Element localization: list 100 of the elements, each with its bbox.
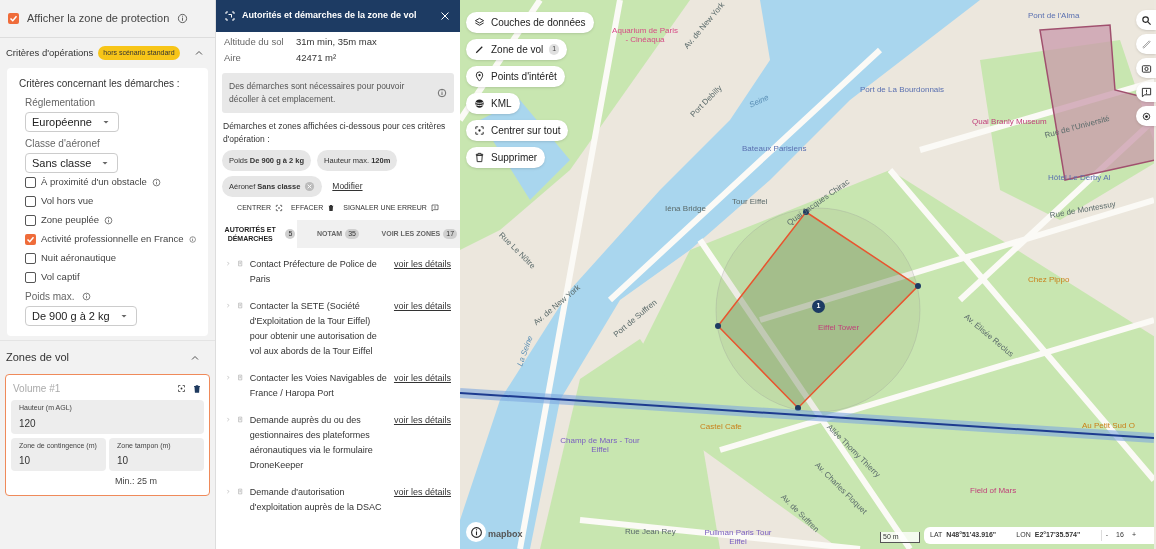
search-icon [1140,14,1152,26]
target-icon [1140,110,1152,122]
document-icon [237,415,244,423]
map-logo: mapbox [488,527,523,541]
chevron-icon [225,301,232,309]
checkbox-label: Vol captif [41,270,80,285]
checkbox[interactable] [25,253,36,264]
checkbox-label: À proximité d'un obstacle [41,175,147,190]
aircraft-class-select[interactable]: Sans classe [25,153,119,173]
camera-button[interactable] [1136,58,1156,78]
field-label: Classe d'aéronef [25,137,101,151]
info-icon [177,13,189,24]
field-label: Poids max. [25,290,75,304]
chevron-icon [225,415,232,423]
info-icon [82,292,92,301]
checkbox-label: Nuit aéronautique [41,251,116,266]
zone-icon [224,10,236,22]
checkbox[interactable] [25,272,36,283]
procedure-text: Contacter la SETE (Société d'Exploitation de la Tour Eiffel) pour obtenir une autorisation de vol aux abords de la Tour Eiffel [249,299,378,358]
map-tool-button[interactable]: Centrer sur tout [466,120,569,141]
search-button[interactable] [1136,10,1156,30]
layers-icon [474,17,485,28]
fact-label: Altitude du sol [224,35,285,50]
details-link[interactable]: voir les détails [393,370,451,386]
checkbox[interactable] [8,13,19,24]
document-icon [237,373,244,381]
document-icon [237,301,244,309]
map-label: Tour Eiffel [732,196,768,208]
details-link[interactable]: voir les détails [393,298,451,314]
checkbox-label: Zone peuplée [41,213,100,228]
map-label: Seine [747,91,772,112]
close-icon [439,10,451,22]
map-label: Castel Cafe [700,421,742,433]
focus-icon [177,384,186,393]
map-label: Field of Mars [970,485,1017,497]
details-link[interactable]: voir les détails [393,484,451,500]
section-heading: Critères concernant les démarches : [19,77,181,91]
trash-icon [192,383,202,394]
checkbox-label: Activité professionnelle en France [41,232,184,247]
pencil-icon [474,44,485,55]
map-label: Quai Branly Museum [972,116,1047,128]
map-tool-button[interactable]: KML [466,93,520,114]
map-tool-button[interactable]: Supprimer [466,147,546,168]
ruler-icon [1140,38,1152,50]
document-icon [237,487,244,495]
report-icon [430,204,439,213]
focus-icon [474,125,485,136]
map-label: Pullman Paris Tour Eiffel [703,528,773,546]
checkbox[interactable] [25,234,36,245]
document-icon [237,259,244,267]
section-title: Zones de vol [6,350,69,366]
max-weight-select[interactable]: De 900 g à 2 kg [25,306,137,326]
map-label: Port de La Bourdonnais [860,84,945,96]
trash-icon [474,152,485,163]
checkbox[interactable] [25,177,36,188]
map-label: Champ de Mars - Tour Eiffel [560,436,640,454]
checkbox[interactable] [25,196,36,207]
comment-button[interactable] [1136,82,1156,102]
fact-value: 31m min, 35m max [296,35,377,50]
criteria-intro: Démarches et zones affichées ci-dessous pour ces critères d'opération : [222,120,447,146]
modify-link[interactable]: Modifier [332,180,363,193]
map-label: Iéna Bridge [665,203,706,215]
chevron-icon [225,259,232,267]
checkbox-label: Vol hors vue [41,194,94,209]
section-title: Critères d'opérations [6,45,94,60]
panel-title: Autorités et démarches de la zone de vol [242,9,418,23]
chevron-icon [225,373,232,381]
help-icon [437,88,447,98]
map-label: Rue de Montessuy [1048,198,1117,222]
map-tool-button[interactable]: Couches de données [466,12,594,33]
regulation-select[interactable]: Européenne [25,112,119,132]
field-label: Réglementation [25,96,97,110]
camera-icon [1140,62,1152,74]
map-label: Au Petit Sud O [1082,420,1135,432]
volume-title: Volume #1 [13,382,61,396]
chevron-icon [225,487,232,495]
globe-icon [474,98,485,109]
details-link[interactable]: voir les détails [393,256,451,272]
checkbox-label: Afficher la zone de protection [27,11,170,27]
map-label: Rue Jean Rey [625,526,676,538]
checkbox[interactable] [25,215,36,226]
map-label: Aquarium de Paris - Cinéaqua [611,26,679,44]
map-tool-button[interactable]: Points d'intérêt [466,66,565,87]
notice-text: Des démarches sont nécessaires pour pouvoir décoller à cet emplacement. [229,80,406,106]
procedure-text: Contact Préfecture de Police de Paris [249,257,378,286]
target-button[interactable] [1136,106,1156,126]
map-label: Pont de l'Alma [1028,10,1080,22]
procedure-text: Demande auprès du ou des gestionnaires des plateformes aéronautiques via le formulaire DroneKeeper [249,413,374,472]
procedure-text: Demande d'autorisation d'exploitation auprès de la DSAC [249,485,383,514]
focus-icon [274,204,283,213]
details-link[interactable]: voir les détails [393,412,451,428]
comment-icon [1140,86,1152,98]
map-pin-icon [474,71,485,82]
map-label: Chez Pippo [1028,274,1070,286]
trash-icon [327,204,336,213]
helper-text: Min.: 25 m [114,475,158,488]
map-label: La Seine [514,334,536,369]
procedure-text: Contacter les Voies Navigables de France / Haropa Port [249,371,388,400]
fact-value: 42471 m² [296,51,337,66]
map-label: Eiffel Tower [818,322,860,334]
